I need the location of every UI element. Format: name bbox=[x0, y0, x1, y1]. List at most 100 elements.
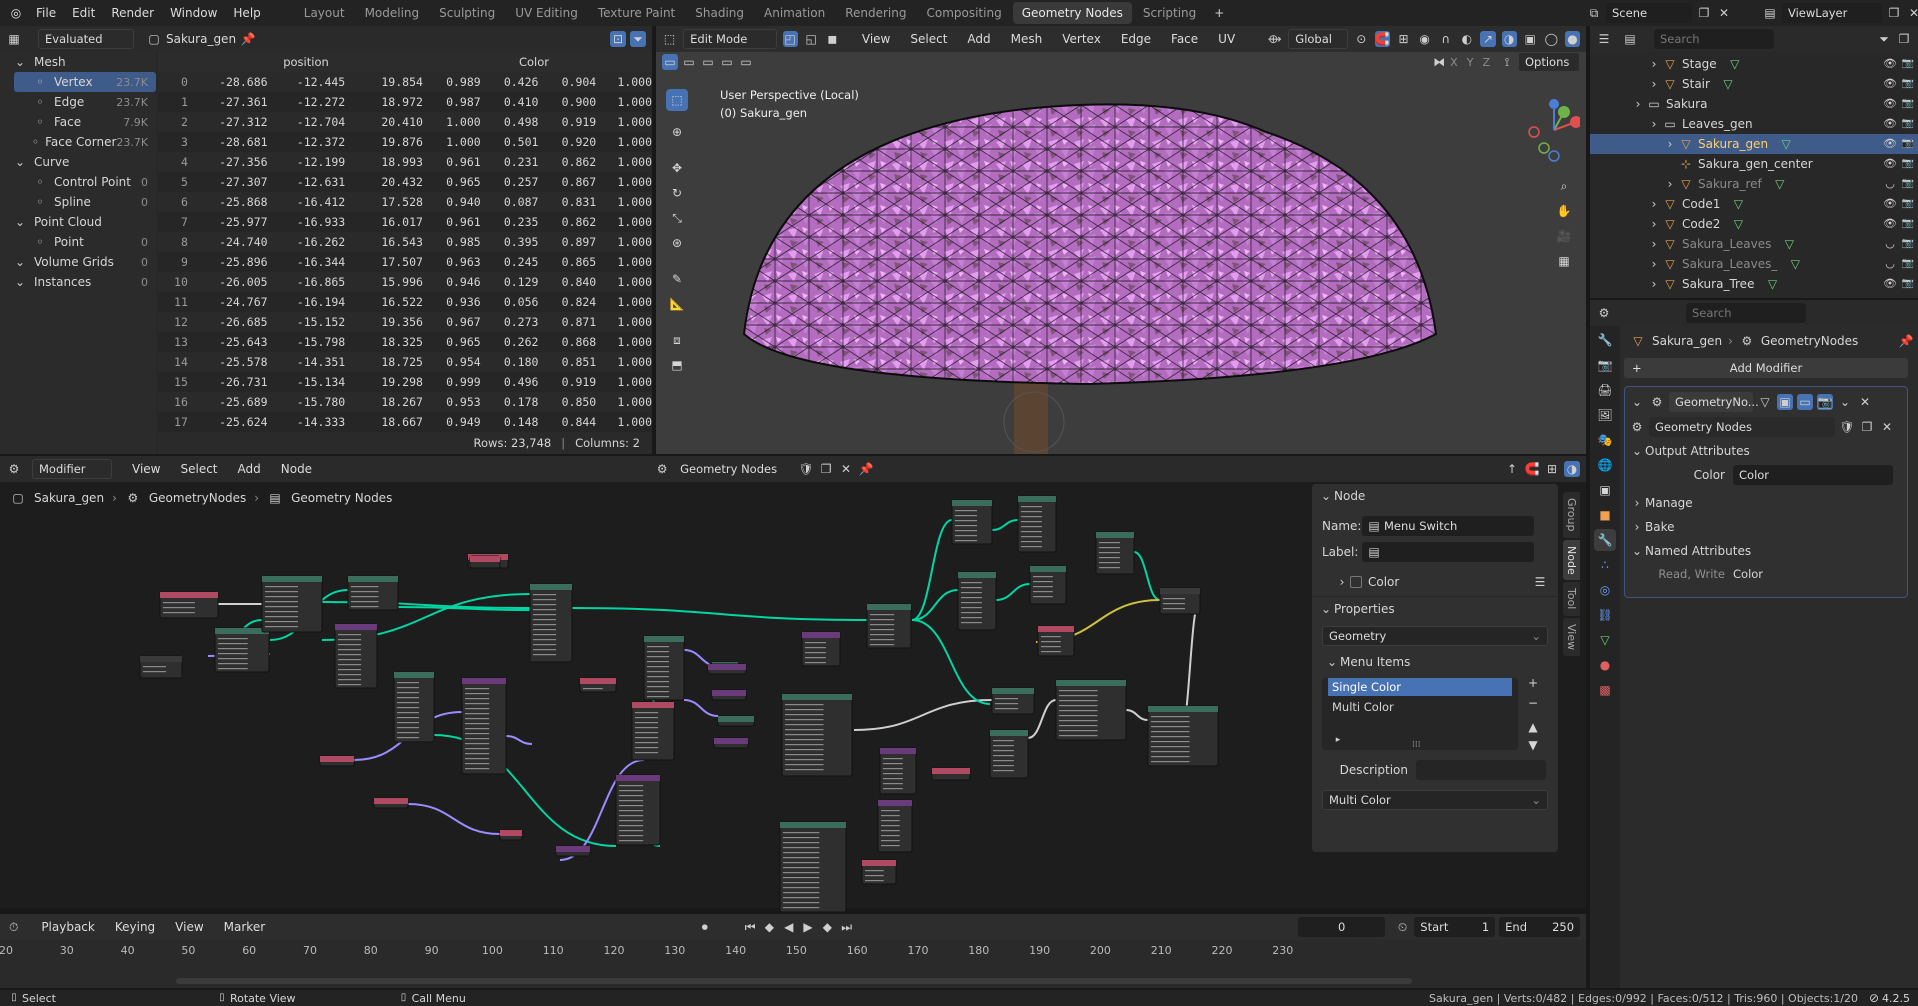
mesh-data-icon[interactable]: ▽ bbox=[1772, 176, 1788, 192]
visibility-eye-icon[interactable]: ◡ bbox=[1882, 256, 1898, 272]
outliner-item-leaves_gen[interactable]: › ▭ Leaves_gen 👁 📷 bbox=[1590, 114, 1918, 134]
expand-icon[interactable]: › bbox=[1646, 116, 1662, 132]
graph-node[interactable] bbox=[1029, 565, 1067, 605]
output-tab-icon[interactable]: 🖨 bbox=[1594, 379, 1616, 401]
timeline-menu-playback[interactable]: Playback bbox=[33, 914, 103, 940]
table-row[interactable]: 0 -28.686 -12.445 19.854 0.989 0.426 0.904 1.00… bbox=[158, 72, 652, 92]
domain-spline[interactable]: ◦ Spline 0 bbox=[0, 192, 156, 212]
output-attributes-panel[interactable]: ⌄ Output Attributes bbox=[1629, 439, 1903, 463]
node-link[interactable] bbox=[1125, 709, 1149, 721]
visibility-eye-icon[interactable]: 👁 bbox=[1882, 276, 1898, 292]
visibility-eye-icon[interactable]: 👁 bbox=[1882, 56, 1898, 72]
realtime-icon[interactable]: ▭ bbox=[1797, 394, 1813, 410]
texture-tab-icon[interactable]: ▩ bbox=[1594, 679, 1616, 701]
graph-node[interactable] bbox=[1037, 625, 1075, 657]
node-link[interactable] bbox=[853, 699, 993, 731]
visibility-eye-icon[interactable]: 👁 bbox=[1882, 96, 1898, 112]
select-mode-intersect-icon[interactable]: ▭ bbox=[719, 54, 735, 70]
object-tab-icon[interactable]: ■ bbox=[1594, 504, 1616, 526]
visibility-eye-icon[interactable]: ◡ bbox=[1882, 236, 1898, 252]
axis-z[interactable]: Z bbox=[1482, 56, 1490, 69]
node-panel-header[interactable]: ⌄ Node bbox=[1312, 484, 1558, 508]
table-row[interactable]: 10 -26.005 -16.865 15.996 0.946 0.129 0.840 1.0… bbox=[158, 272, 652, 292]
render-camera-icon[interactable]: 📷 bbox=[1900, 56, 1916, 72]
properties-pin-icon[interactable]: 📌 bbox=[1898, 333, 1914, 349]
node-link[interactable] bbox=[407, 803, 501, 835]
visibility-eye-icon[interactable]: 👁 bbox=[1882, 216, 1898, 232]
menu-edit[interactable]: Edit bbox=[64, 0, 103, 26]
tree-duplicate-icon[interactable]: ❐ bbox=[818, 461, 834, 477]
outliner-item-stage[interactable]: › ▽ Stage ▽ 👁 📷 bbox=[1590, 54, 1918, 74]
delete-view-layer-icon[interactable]: ✕ bbox=[1906, 5, 1918, 21]
render-camera-icon[interactable]: 📷 bbox=[1900, 236, 1916, 252]
viewport-menu-face[interactable]: Face bbox=[1163, 26, 1206, 52]
domain-mesh[interactable]: ⌄ Mesh bbox=[0, 52, 156, 72]
graph-node[interactable] bbox=[499, 829, 523, 841]
snap-nodes-icon[interactable]: 🧲 bbox=[1524, 461, 1540, 477]
timeline-menu-marker[interactable]: Marker bbox=[216, 914, 273, 940]
gizmo-icon[interactable]: ↗ bbox=[1480, 31, 1496, 47]
graph-node[interactable] bbox=[643, 635, 685, 701]
graph-node[interactable] bbox=[214, 627, 270, 673]
record-icon[interactable]: ⏺ bbox=[697, 919, 712, 935]
node-link[interactable] bbox=[433, 734, 617, 847]
domain-edge[interactable]: ◦ Edge 23.7K bbox=[0, 92, 156, 112]
render-camera-icon[interactable]: 📷 bbox=[1900, 156, 1916, 172]
edge-select-icon[interactable]: ◱ bbox=[804, 31, 819, 47]
graph-node[interactable] bbox=[717, 715, 755, 727]
outliner-item-sakura_gen_center[interactable]: ⊹ Sakura_gen_center 👁 📷 bbox=[1590, 154, 1918, 174]
timeline-ruler[interactable]: 20 30 40 50 60 70 80 90 100 110 120 130 140 150 160 170… bbox=[0, 944, 1586, 962]
node-group-field[interactable]: Geometry Nodes bbox=[1649, 417, 1835, 437]
expand-icon[interactable]: › bbox=[1646, 236, 1662, 252]
expand-icon[interactable]: › bbox=[1646, 276, 1662, 292]
falloff-icon[interactable]: ∩ bbox=[1438, 31, 1453, 47]
description-field[interactable] bbox=[1416, 760, 1546, 780]
overlay-icon[interactable]: ◑ bbox=[1501, 31, 1517, 47]
table-row[interactable]: 1 -27.361 -12.272 18.972 0.987 0.410 0.900 1.00… bbox=[158, 92, 652, 112]
node-tree-icon[interactable]: ⚙ bbox=[1629, 419, 1645, 435]
snap-target-icon[interactable]: ⊞ bbox=[1396, 31, 1411, 47]
new-collection-icon[interactable]: ❐ bbox=[1896, 31, 1912, 47]
domain-point-cloud[interactable]: ⌄ Point Cloud bbox=[0, 212, 156, 232]
graph-node[interactable] bbox=[781, 693, 853, 777]
table-row[interactable]: 4 -27.356 -12.199 18.993 0.961 0.231 0.862 1.00… bbox=[158, 152, 652, 172]
new-scene-icon[interactable]: ❐ bbox=[1696, 5, 1712, 21]
viewport-menu-vertex[interactable]: Vertex bbox=[1054, 26, 1109, 52]
timeline-menu-keying[interactable]: Keying bbox=[107, 914, 163, 940]
table-row[interactable]: 11 -24.767 -16.194 16.522 0.936 0.056 0.824 1.0… bbox=[158, 292, 652, 312]
pivot-icon[interactable]: ⊙ bbox=[1354, 31, 1369, 47]
graph-node[interactable] bbox=[861, 859, 897, 885]
expand-icon[interactable]: › bbox=[1662, 176, 1678, 192]
mesh-data-icon[interactable]: ▽ bbox=[1730, 216, 1746, 232]
domain-point[interactable]: ◦ Point 0 bbox=[0, 232, 156, 252]
material-tab-icon[interactable]: ● bbox=[1594, 654, 1616, 676]
jump-end-icon[interactable]: ⏭ bbox=[839, 919, 854, 935]
outliner-search[interactable]: Search bbox=[1654, 29, 1774, 49]
expand-icon[interactable] bbox=[1662, 156, 1678, 172]
pin-icon[interactable]: 📌 bbox=[240, 31, 256, 47]
graph-node[interactable] bbox=[529, 583, 573, 663]
modifier-tab-icon[interactable]: 🔧 bbox=[1594, 529, 1616, 551]
node-menu-view[interactable]: View bbox=[124, 456, 168, 482]
scene-field[interactable]: Scene bbox=[1606, 3, 1692, 23]
play-reverse-icon[interactable]: ◀ bbox=[781, 919, 796, 935]
domain-curve[interactable]: ⌄ Curve bbox=[0, 152, 156, 172]
workspace-tab-layout[interactable]: Layout bbox=[295, 2, 354, 24]
node-overlay-icon[interactable]: ◑ bbox=[1564, 461, 1580, 477]
table-row[interactable]: 16 -25.689 -15.780 18.267 0.953 0.178 0.850 1.0… bbox=[158, 392, 652, 412]
domain-volume-grids[interactable]: ⌄ Volume Grids 0 bbox=[0, 252, 156, 272]
add-workspace-icon[interactable]: + bbox=[1211, 5, 1227, 21]
remove-modifier-icon[interactable]: ✕ bbox=[1857, 394, 1873, 410]
node-link[interactable] bbox=[1133, 551, 1161, 601]
axis-x[interactable]: X bbox=[1450, 56, 1458, 69]
graph-node[interactable] bbox=[991, 687, 1035, 715]
node-label-field[interactable]: ▤ bbox=[1362, 542, 1534, 562]
graph-node[interactable] bbox=[347, 575, 399, 611]
outliner-item-code1[interactable]: › ▽ Code1 ▽ 👁 📷 bbox=[1590, 194, 1918, 214]
outliner-item-sakura_ref[interactable]: › ▽ Sakura_ref ▽ ◡ 📷 bbox=[1590, 174, 1918, 194]
render-icon[interactable]: 📷 bbox=[1817, 394, 1833, 410]
particles-tab-icon[interactable]: ∴ bbox=[1594, 554, 1616, 576]
graph-node[interactable] bbox=[779, 821, 847, 912]
graph-node[interactable] bbox=[877, 799, 913, 853]
properties-editor-icon[interactable]: ⚙ bbox=[1596, 305, 1612, 321]
